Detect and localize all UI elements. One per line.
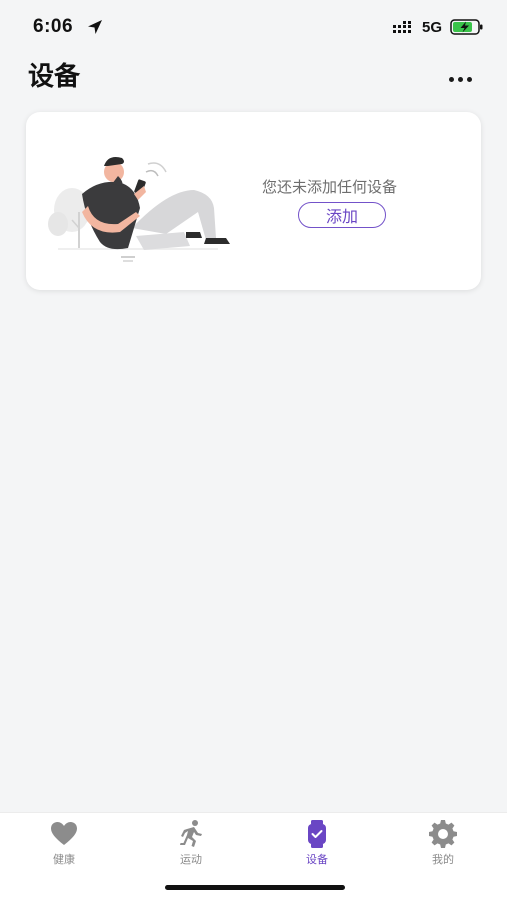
status-time: 6:06 (33, 16, 74, 37)
cellular-signal-icon (393, 21, 411, 33)
tab-profile[interactable]: 我的 (403, 819, 483, 871)
person-using-phone-illustration (48, 157, 230, 262)
tab-label: 设备 (306, 853, 328, 866)
tab-label: 我的 (432, 853, 454, 866)
running-icon (180, 820, 202, 847)
tab-health[interactable]: 健康 (24, 819, 104, 871)
add-device-button[interactable]: 添加 (298, 202, 386, 228)
tab-devices[interactable]: 设备 (277, 819, 357, 871)
empty-state-message: 您还未添加任何设备 (262, 178, 398, 196)
home-indicator[interactable] (165, 885, 345, 890)
watch-icon (308, 820, 326, 848)
heart-icon (51, 822, 77, 845)
more-options-button[interactable] (440, 66, 480, 92)
page-title: 设备 (28, 62, 81, 92)
location-arrow-icon (88, 20, 102, 34)
tab-label: 健康 (53, 853, 75, 866)
network-type: 5G (422, 19, 443, 36)
gear-icon (429, 820, 457, 848)
battery-charging-icon (450, 19, 483, 35)
more-dot (466, 76, 472, 82)
more-dot (457, 76, 463, 82)
tab-label: 运动 (180, 853, 202, 866)
device-card: 您还未添加任何设备 添加 (26, 112, 481, 290)
more-horizontal-icon (448, 76, 454, 82)
status-bar: 6:06 5G (0, 0, 507, 52)
tab-sport[interactable]: 运动 (151, 819, 231, 871)
